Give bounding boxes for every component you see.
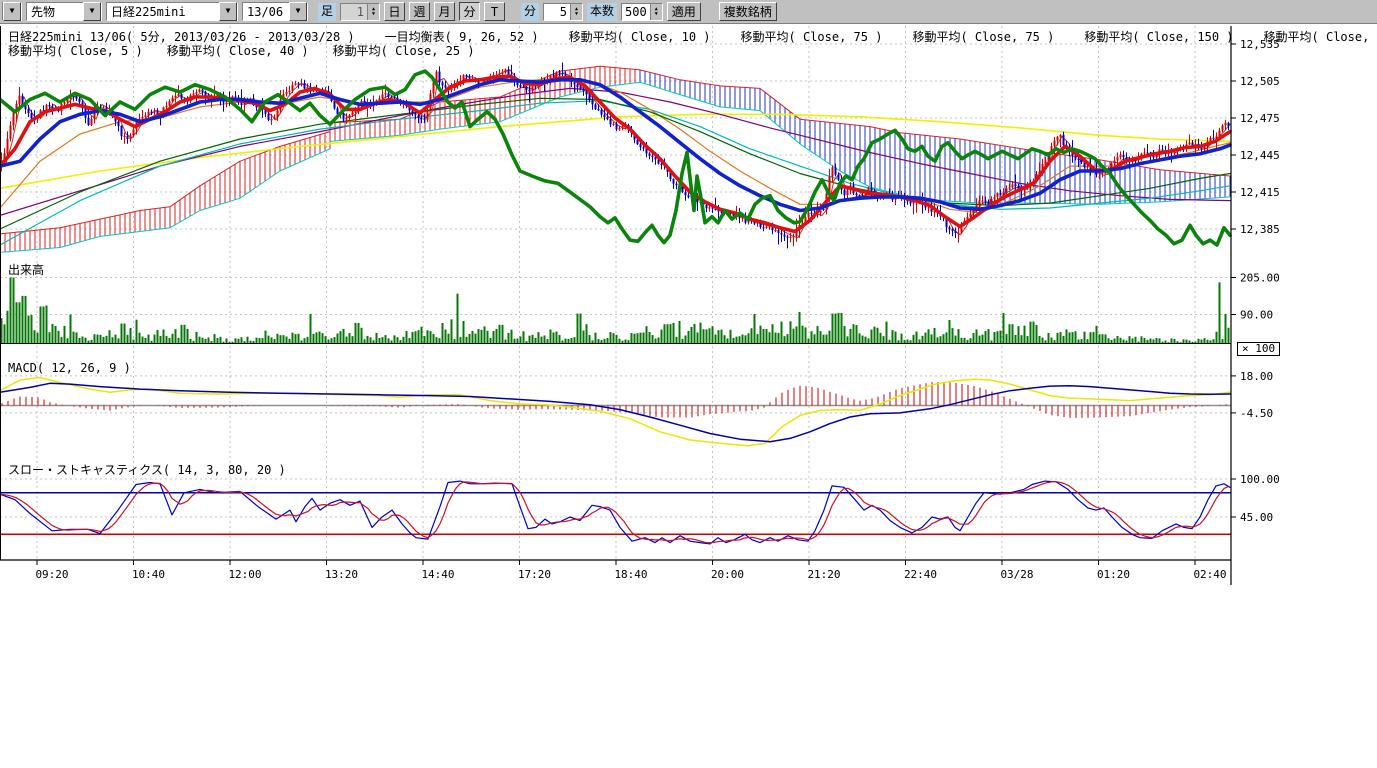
svg-text:12,475: 12,475 xyxy=(1240,112,1280,125)
svg-text:01:20: 01:20 xyxy=(1097,568,1130,581)
svg-text:12,505: 12,505 xyxy=(1240,75,1280,88)
svg-text:09:20: 09:20 xyxy=(35,568,68,581)
svg-text:10:40: 10:40 xyxy=(132,568,165,581)
volume-multiplier-badge: × 100 xyxy=(1237,342,1280,356)
svg-text:90.00: 90.00 xyxy=(1240,309,1273,322)
svg-text:12,415: 12,415 xyxy=(1240,186,1280,199)
svg-text:22:40: 22:40 xyxy=(904,568,937,581)
svg-text:18:40: 18:40 xyxy=(614,568,647,581)
svg-text:20:00: 20:00 xyxy=(711,568,744,581)
svg-text:100.00: 100.00 xyxy=(1240,473,1280,486)
svg-text:17:20: 17:20 xyxy=(518,568,551,581)
svg-text:12,535: 12,535 xyxy=(1240,38,1280,51)
svg-text:45.00: 45.00 xyxy=(1240,511,1273,524)
svg-text:21:20: 21:20 xyxy=(807,568,840,581)
svg-text:03/28: 03/28 xyxy=(1000,568,1033,581)
app-window: ▼ 先物 ▼ 日経225mini ▼ 13/06 ▼ 足 1 ▲▼ 日 週 月 … xyxy=(0,0,1377,768)
svg-text:12:00: 12:00 xyxy=(228,568,261,581)
chart-canvas: 09:20 10:40 12:00 13:20 14:40 17:20 18:40 20:00… xyxy=(0,0,1377,768)
svg-text:205.00: 205.00 xyxy=(1240,272,1280,285)
svg-text:12,445: 12,445 xyxy=(1240,149,1280,162)
svg-text:18.00: 18.00 xyxy=(1240,370,1273,383)
svg-text:02:40: 02:40 xyxy=(1193,568,1226,581)
svg-text:14:40: 14:40 xyxy=(421,568,454,581)
svg-text:12,385: 12,385 xyxy=(1240,223,1280,236)
svg-text:-4.50: -4.50 xyxy=(1240,407,1273,420)
svg-text:13:20: 13:20 xyxy=(325,568,358,581)
